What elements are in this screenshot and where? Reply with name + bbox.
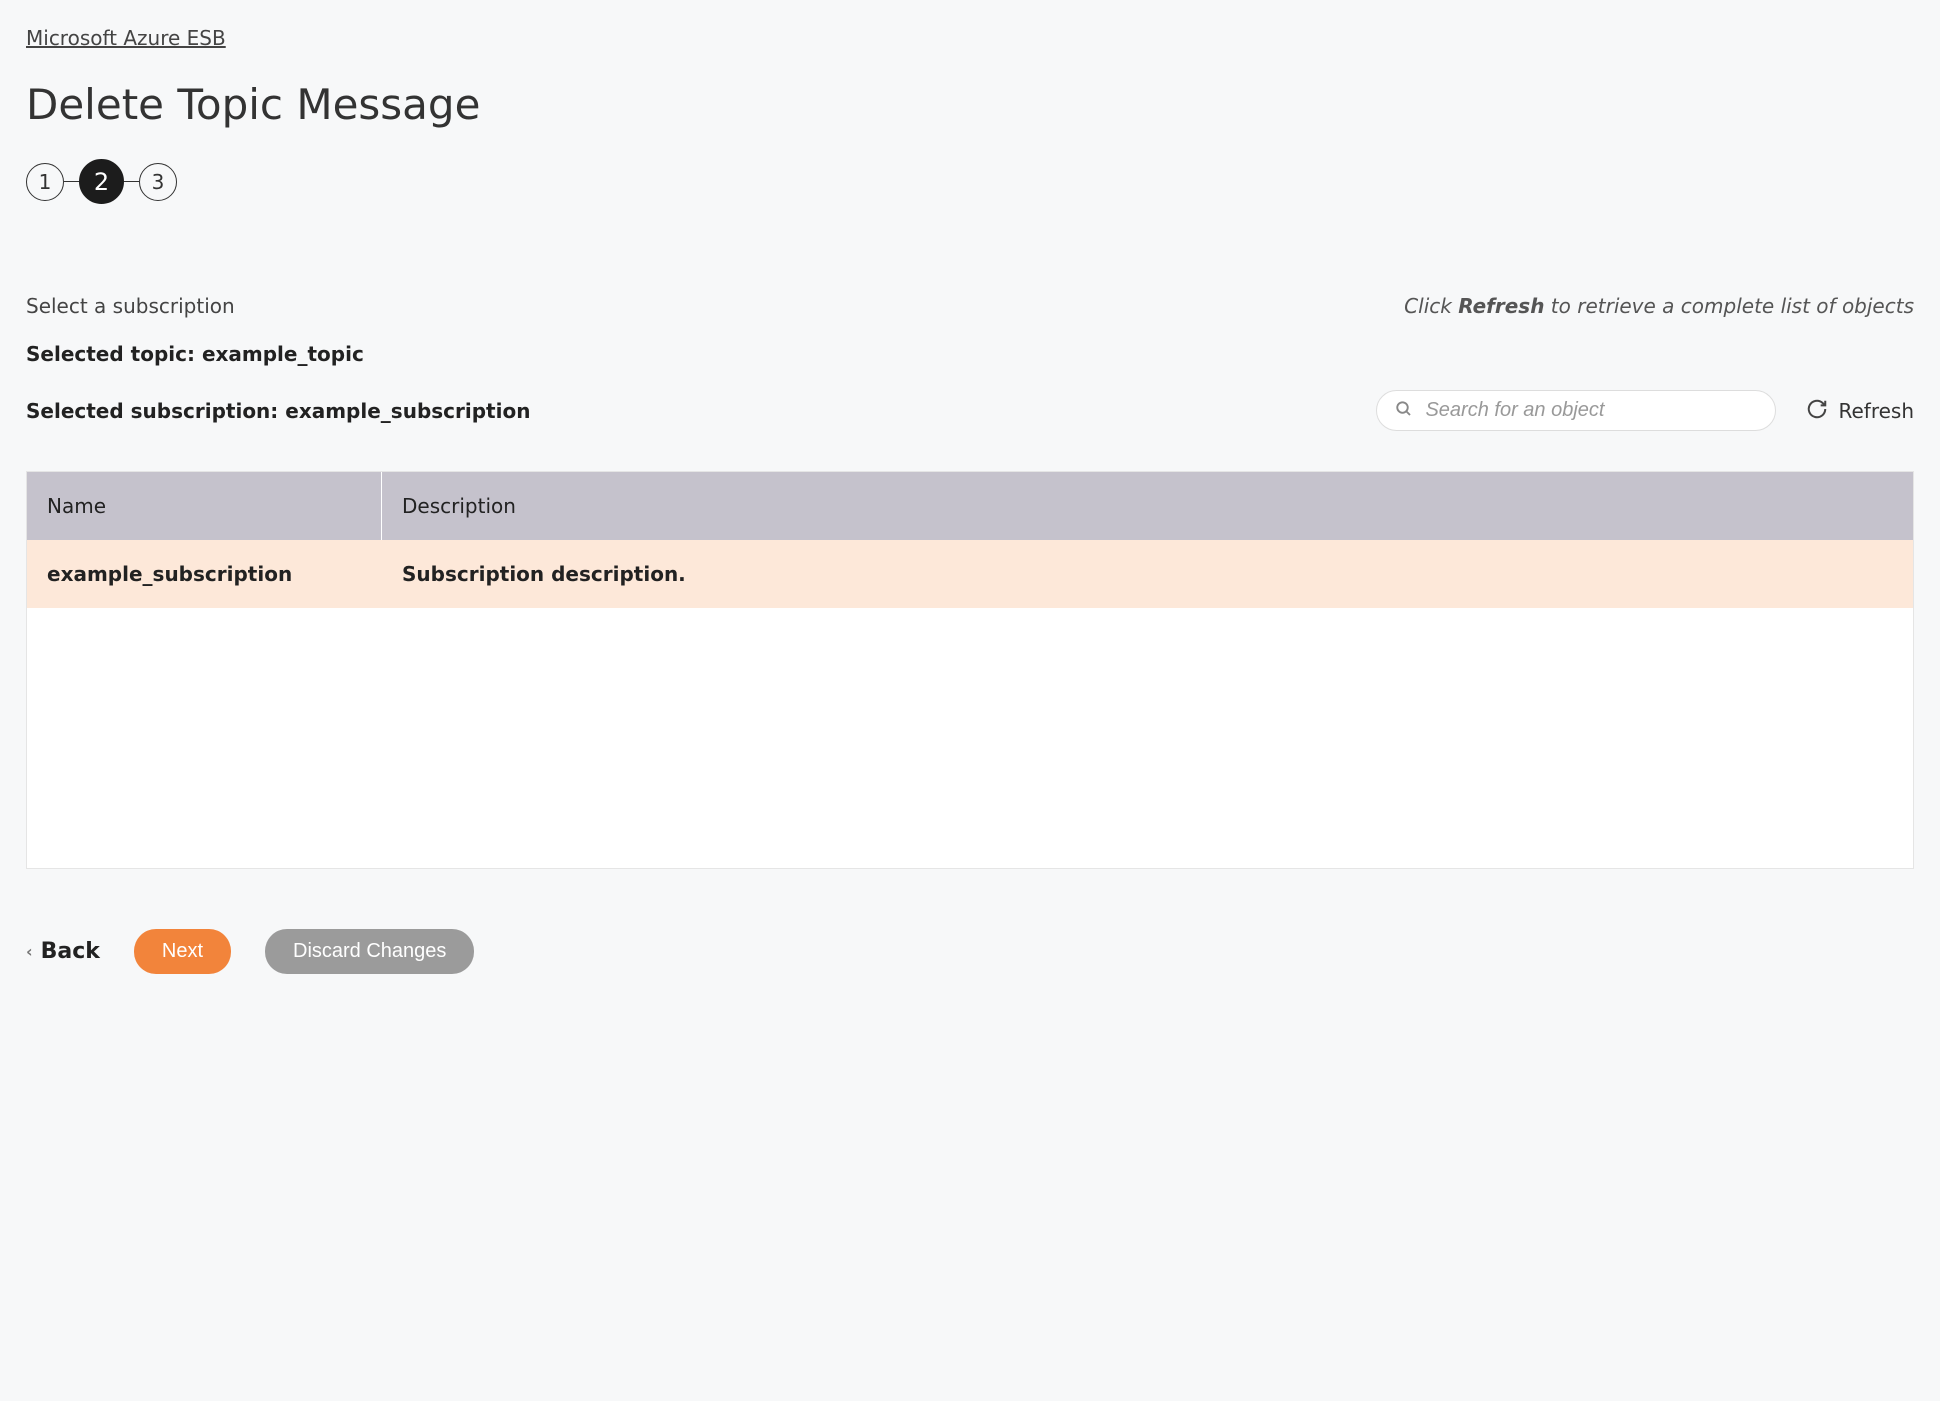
help-text: Click Refresh to retrieve a complete lis… — [1404, 294, 1914, 318]
next-button[interactable]: Next — [134, 929, 231, 974]
step-2[interactable]: 2 — [79, 159, 124, 204]
chevron-left-icon: ‹ — [26, 942, 33, 961]
step-connector — [64, 181, 79, 183]
column-header-description[interactable]: Description — [382, 472, 1913, 540]
table-header: Name Description — [27, 472, 1913, 540]
cell-description: Subscription description. — [382, 540, 1913, 608]
selected-subscription: Selected subscription: example_subscript… — [26, 399, 530, 423]
refresh-button[interactable]: Refresh — [1806, 398, 1914, 424]
refresh-icon — [1806, 398, 1828, 424]
button-bar: ‹ Back Next Discard Changes — [26, 929, 1914, 974]
step-3[interactable]: 3 — [139, 163, 177, 201]
search-box[interactable] — [1376, 390, 1776, 431]
subtitle: Select a subscription — [26, 294, 235, 318]
cell-name: example_subscription — [27, 540, 382, 608]
selected-topic: Selected topic: example_topic — [26, 342, 1914, 366]
back-label: Back — [41, 939, 100, 964]
table-empty-space — [27, 608, 1913, 868]
step-1[interactable]: 1 — [26, 163, 64, 201]
column-header-name[interactable]: Name — [27, 472, 382, 540]
breadcrumb[interactable]: Microsoft Azure ESB — [26, 26, 226, 50]
subscription-table: Name Description example_subscription Su… — [26, 471, 1914, 869]
step-connector — [124, 181, 139, 183]
stepper: 1 2 3 — [26, 159, 1914, 204]
page-title: Delete Topic Message — [26, 80, 1914, 129]
help-suffix: to retrieve a complete list of objects — [1544, 294, 1914, 318]
help-prefix: Click — [1404, 294, 1458, 318]
table-row[interactable]: example_subscription Subscription descri… — [27, 540, 1913, 608]
back-button[interactable]: ‹ Back — [26, 939, 100, 964]
search-icon — [1395, 400, 1413, 422]
refresh-label: Refresh — [1838, 399, 1914, 423]
discard-button[interactable]: Discard Changes — [265, 929, 474, 974]
help-emphasis: Refresh — [1458, 294, 1544, 318]
search-input[interactable] — [1425, 399, 1757, 422]
